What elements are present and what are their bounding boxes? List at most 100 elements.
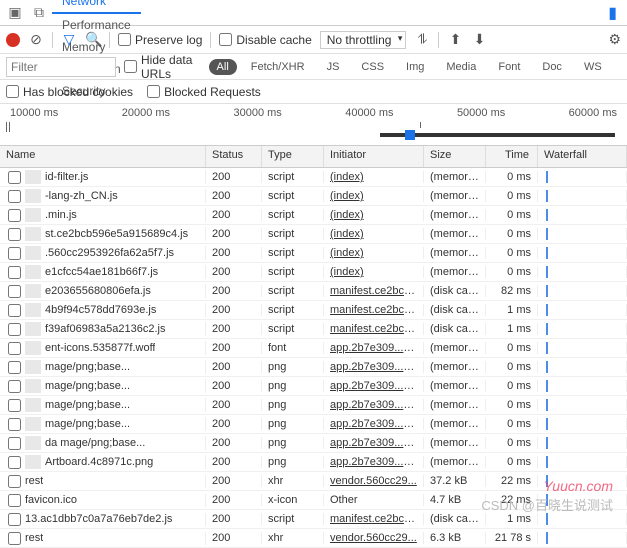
table-row[interactable]: 4b9f94c578dd7693e.js200scriptmanifest.ce… — [0, 301, 627, 320]
filter-icon[interactable]: ▽ — [61, 31, 77, 48]
table-row[interactable]: mage/png;base...200pngapp.2b7e309....css… — [0, 358, 627, 377]
search-icon[interactable]: 🔍 — [85, 31, 101, 48]
table-row[interactable]: e203655680806efa.js200scriptmanifest.ce2… — [0, 282, 627, 301]
wifi-icon[interactable]: ⥮ — [414, 31, 430, 48]
throttling-select[interactable]: No throttling — [320, 31, 407, 49]
table-row[interactable]: mage/png;base...200pngapp.2b7e309....css… — [0, 377, 627, 396]
inspect-icon[interactable]: ▣ — [4, 4, 26, 21]
row-checkbox[interactable] — [8, 418, 21, 431]
row-checkbox[interactable] — [8, 190, 21, 203]
row-checkbox[interactable] — [8, 247, 21, 260]
cell-initiator[interactable]: manifest.ce2bcb5... — [324, 513, 424, 525]
row-checkbox[interactable] — [8, 475, 21, 488]
type-filter-doc[interactable]: Doc — [534, 59, 570, 75]
cell-initiator[interactable]: app.2b7e309....css — [324, 418, 424, 430]
disable-cache-checkbox[interactable]: Disable cache — [219, 33, 311, 47]
row-checkbox[interactable] — [8, 304, 21, 317]
settings-icon[interactable]: ⚙ — [608, 31, 621, 48]
table-row[interactable]: e1cfcc54ae181b66f7.js200script(index)(me… — [0, 263, 627, 282]
cell-initiator[interactable]: (index) — [324, 247, 424, 259]
type-filter-ws[interactable]: WS — [576, 59, 610, 75]
cell-initiator[interactable]: (index) — [324, 266, 424, 278]
type-filter-wasm[interactable]: Wasm — [616, 59, 621, 75]
header-status[interactable]: Status — [206, 146, 262, 167]
tab-network[interactable]: Network — [52, 0, 141, 14]
row-checkbox[interactable] — [8, 342, 21, 355]
blocked-cookies-checkbox[interactable]: Has blocked cookies — [6, 85, 133, 99]
record-button[interactable] — [6, 33, 20, 47]
table-row[interactable]: Artboard.4c8971c.png200pngapp.2b7e309...… — [0, 453, 627, 472]
cell-status: 200 — [206, 456, 262, 468]
table-row[interactable]: f39af06983a5a2136c2.js200scriptmanifest.… — [0, 320, 627, 339]
cell-initiator[interactable]: app.2b7e309....css — [324, 456, 424, 468]
feedback-icon[interactable]: ▮ — [602, 3, 623, 23]
row-checkbox[interactable] — [8, 209, 21, 222]
cell-initiator[interactable]: vendor.560cc29... — [324, 532, 424, 544]
table-row[interactable]: .min.js200script(index)(memory...0 ms — [0, 206, 627, 225]
table-row[interactable]: .560cc2953926fa62a5f7.js200script(index)… — [0, 244, 627, 263]
row-checkbox[interactable] — [8, 437, 21, 450]
cell-initiator[interactable]: (index) — [324, 209, 424, 221]
preserve-log-checkbox[interactable]: Preserve log — [118, 33, 202, 47]
cell-initiator[interactable]: app.2b7e309....css — [324, 399, 424, 411]
table-row[interactable]: mage/png;base...200pngapp.2b7e309....css… — [0, 396, 627, 415]
cell-initiator[interactable]: manifest.ce2bcb5... — [324, 323, 424, 335]
type-filter-font[interactable]: Font — [490, 59, 528, 75]
table-row[interactable]: ent-icons.535877f.woff200fontapp.2b7e309… — [0, 339, 627, 358]
type-filter-media[interactable]: Media — [438, 59, 484, 75]
hide-data-urls-checkbox[interactable]: Hide data URLs — [124, 53, 201, 81]
cell-initiator[interactable]: manifest.ce2bcb5... — [324, 285, 424, 297]
type-filter-all[interactable]: All — [209, 59, 237, 75]
cell-initiator[interactable]: (index) — [324, 228, 424, 240]
timeline-range[interactable] — [380, 133, 615, 137]
row-checkbox[interactable] — [8, 380, 21, 393]
type-filter-fetchxhr[interactable]: Fetch/XHR — [243, 59, 313, 75]
table-row[interactable]: rest200xhrvendor.560cc29...37.2 kB22 ms — [0, 472, 627, 491]
header-waterfall[interactable]: Waterfall — [538, 146, 627, 167]
type-filter-img[interactable]: Img — [398, 59, 432, 75]
device-icon[interactable]: ⧉ — [28, 4, 50, 21]
table-row[interactable]: id-filter.js200script(index)(memory...0 … — [0, 168, 627, 187]
header-time[interactable]: Time — [486, 146, 538, 167]
table-row[interactable]: -lang-zh_CN.js200script(index)(memory...… — [0, 187, 627, 206]
row-checkbox[interactable] — [8, 532, 21, 545]
row-checkbox[interactable] — [8, 494, 21, 507]
cell-initiator[interactable]: app.2b7e309....css — [324, 380, 424, 392]
cell-initiator[interactable]: app.2b7e309....css — [324, 437, 424, 449]
header-initiator[interactable]: Initiator — [324, 146, 424, 167]
cell-initiator[interactable]: app.2b7e309....css — [324, 361, 424, 373]
import-icon[interactable]: ⬆ — [447, 31, 463, 48]
row-checkbox[interactable] — [8, 171, 21, 184]
table-row[interactable]: da mage/png;base...200pngapp.2b7e309....… — [0, 434, 627, 453]
cell-initiator[interactable]: app.2b7e309....css — [324, 342, 424, 354]
timeline-overview[interactable]: 10000 ms20000 ms30000 ms40000 ms50000 ms… — [0, 104, 627, 146]
header-size[interactable]: Size — [424, 146, 486, 167]
row-checkbox[interactable] — [8, 266, 21, 279]
table-row[interactable]: mage/png;base...200pngapp.2b7e309....css… — [0, 415, 627, 434]
table-row[interactable]: st.ce2bcb596e5a915689c4.js200script(inde… — [0, 225, 627, 244]
header-type[interactable]: Type — [262, 146, 324, 167]
cell-initiator[interactable]: (index) — [324, 190, 424, 202]
timeline-thumb[interactable] — [405, 130, 415, 140]
clear-icon[interactable]: ⊘ — [28, 31, 44, 48]
table-row[interactable]: 13.ac1dbb7c0a7a76eb7de2.js200scriptmanif… — [0, 510, 627, 529]
row-checkbox[interactable] — [8, 228, 21, 241]
cell-initiator[interactable]: manifest.ce2bcb5... — [324, 304, 424, 316]
type-filter-js[interactable]: JS — [319, 59, 348, 75]
row-checkbox[interactable] — [8, 285, 21, 298]
export-icon[interactable]: ⬇ — [471, 31, 487, 48]
row-checkbox[interactable] — [8, 513, 21, 526]
type-filter-css[interactable]: CSS — [353, 59, 392, 75]
cell-size: (memory... — [424, 437, 486, 449]
cell-initiator[interactable]: vendor.560cc29... — [324, 475, 424, 487]
row-checkbox[interactable] — [8, 323, 21, 336]
blocked-requests-checkbox[interactable]: Blocked Requests — [147, 85, 261, 99]
row-checkbox[interactable] — [8, 399, 21, 412]
row-checkbox[interactable] — [8, 361, 21, 374]
cell-initiator[interactable]: (index) — [324, 171, 424, 183]
row-checkbox[interactable] — [8, 456, 21, 469]
header-name[interactable]: Name — [0, 146, 206, 167]
filter-input[interactable] — [6, 57, 116, 77]
table-row[interactable]: favicon.ico200x-iconOther4.7 kB22 ms — [0, 491, 627, 510]
table-row[interactable]: rest200xhrvendor.560cc29...6.3 kB21 78 s — [0, 529, 627, 548]
